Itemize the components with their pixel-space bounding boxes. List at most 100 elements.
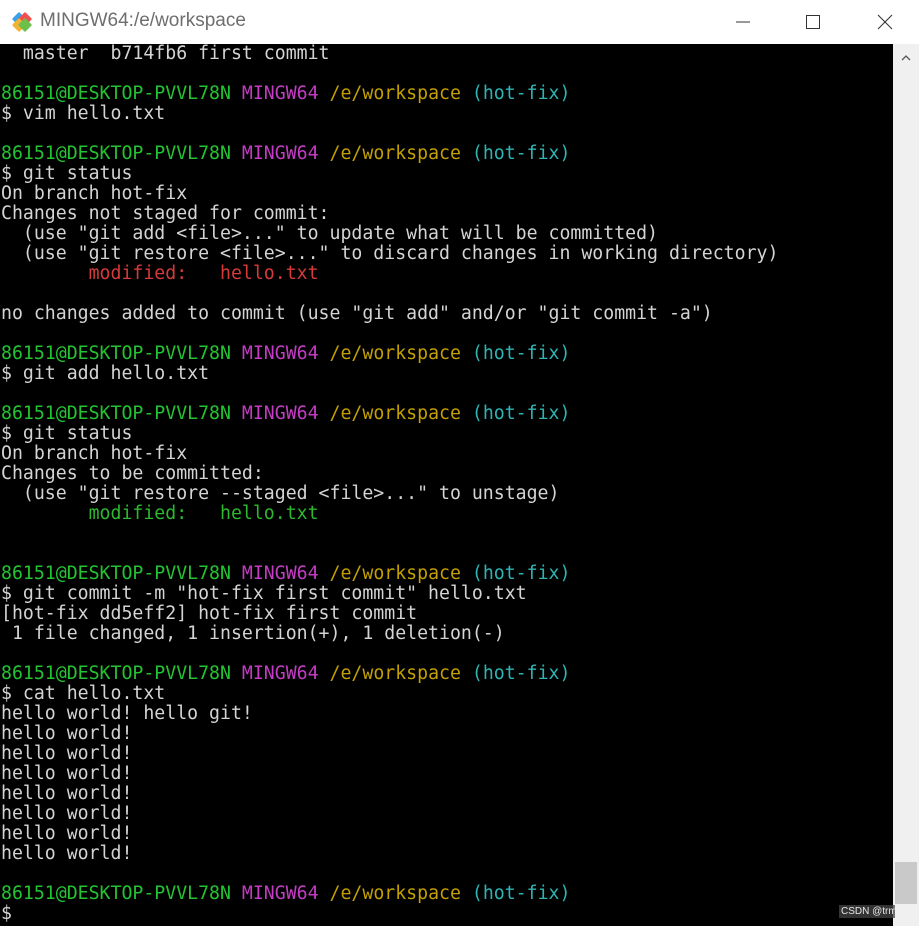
terminal-line: Changes not staged for commit: bbox=[1, 204, 778, 224]
terminal-line: hello world! bbox=[1, 844, 778, 864]
terminal-segment-default: hello world! bbox=[1, 723, 133, 744]
terminal-segment-default bbox=[231, 403, 242, 424]
terminal-segment-sys: MINGW64 bbox=[241, 403, 319, 424]
terminal-segment-red: modified: hello.txt bbox=[1, 263, 319, 284]
maximize-button[interactable] bbox=[790, 0, 836, 44]
terminal-segment-default: On branch hot-fix bbox=[1, 443, 188, 464]
terminal-line: 86151@DESKTOP-PVVL78N MINGW64 /e/workspa… bbox=[1, 144, 778, 164]
terminal-line: (use "git restore --staged <file>..." to… bbox=[1, 484, 778, 504]
terminal-segment-path: /e/workspace bbox=[329, 883, 461, 904]
terminal-segment-default bbox=[461, 663, 472, 684]
terminal-segment-default bbox=[461, 403, 472, 424]
terminal-segment-branch: (hot-fix) bbox=[471, 883, 571, 904]
terminal-segment-default: hello world! bbox=[1, 803, 133, 824]
terminal-segment-user: 86151@DESKTOP-PVVL78N bbox=[1, 663, 231, 684]
terminal-line: 86151@DESKTOP-PVVL78N MINGW64 /e/workspa… bbox=[1, 884, 778, 904]
terminal-segment-sys: MINGW64 bbox=[241, 883, 319, 904]
terminal-segment-branch: (hot-fix) bbox=[471, 403, 571, 424]
terminal-segment-path: /e/workspace bbox=[329, 83, 461, 104]
terminal-text: master b714fb6 first commit 86151@DESKTOP… bbox=[1, 44, 778, 924]
terminal-segment-user: 86151@DESKTOP-PVVL78N bbox=[1, 563, 231, 584]
terminal-line: hello world! bbox=[1, 824, 778, 844]
terminal-line: $ git add hello.txt bbox=[1, 364, 778, 384]
terminal-window: MINGW64:/e/workspace master b714fb6 firs… bbox=[0, 0, 919, 926]
terminal-segment-branch: (hot-fix) bbox=[471, 343, 571, 364]
terminal-line: no changes added to commit (use "git add… bbox=[1, 304, 778, 324]
terminal-segment-default: $ vim hello.txt bbox=[1, 103, 166, 124]
terminal-segment-default bbox=[461, 83, 472, 104]
terminal-segment-default bbox=[231, 663, 242, 684]
terminal-segment-default bbox=[319, 343, 330, 364]
terminal-segment-user: 86151@DESKTOP-PVVL78N bbox=[1, 343, 231, 364]
terminal-segment-path: /e/workspace bbox=[329, 143, 461, 164]
terminal-segment-default: On branch hot-fix bbox=[1, 183, 188, 204]
terminal-segment-default bbox=[319, 663, 330, 684]
terminal-segment-default: hello world! bbox=[1, 823, 133, 844]
minimize-icon bbox=[736, 21, 750, 23]
terminal-segment-branch: (hot-fix) bbox=[471, 143, 571, 164]
minimize-button[interactable] bbox=[720, 0, 766, 44]
window-title: MINGW64:/e/workspace bbox=[40, 10, 246, 31]
close-icon bbox=[877, 14, 893, 30]
title-bar[interactable]: MINGW64:/e/workspace bbox=[0, 0, 919, 44]
terminal-line: (use "git restore <file>..." to discard … bbox=[1, 244, 779, 264]
terminal-segment-sys: MINGW64 bbox=[241, 663, 319, 684]
terminal-line: hello world! bbox=[1, 804, 778, 824]
watermark: CSDN @trmp bbox=[839, 905, 895, 918]
terminal-segment-default: hello world! bbox=[1, 743, 133, 764]
chevron-up-icon bbox=[901, 55, 911, 61]
terminal-line: hello world! bbox=[1, 784, 778, 804]
terminal-segment-user: 86151@DESKTOP-PVVL78N bbox=[1, 883, 231, 904]
terminal-segment-branch: (hot-fix) bbox=[471, 663, 571, 684]
terminal-segment-default bbox=[319, 883, 330, 904]
terminal-segment-path: /e/workspace bbox=[329, 403, 461, 424]
terminal-line: 86151@DESKTOP-PVVL78N MINGW64 /e/workspa… bbox=[1, 664, 778, 684]
terminal-segment-default bbox=[231, 143, 242, 164]
terminal-segment-default bbox=[231, 883, 242, 904]
terminal-segment-default: hello world! hello git! bbox=[1, 703, 253, 724]
terminal-segment-default: hello world! bbox=[1, 843, 133, 864]
terminal-segment-sys: MINGW64 bbox=[241, 343, 319, 364]
terminal-segment-user: 86151@DESKTOP-PVVL78N bbox=[1, 143, 231, 164]
terminal-segment-default: hello world! bbox=[1, 783, 133, 804]
terminal-segment-path: /e/workspace bbox=[329, 563, 461, 584]
terminal-line: 86151@DESKTOP-PVVL78N MINGW64 /e/workspa… bbox=[1, 404, 778, 424]
terminal-line: $ cat hello.txt bbox=[1, 684, 778, 704]
terminal-segment-sys: MINGW64 bbox=[241, 83, 319, 104]
close-button[interactable] bbox=[862, 0, 908, 44]
terminal-segment-sys: MINGW64 bbox=[241, 143, 319, 164]
terminal-line: hello world! bbox=[1, 744, 778, 764]
terminal-segment-default bbox=[319, 83, 330, 104]
terminal-segment-default bbox=[319, 143, 330, 164]
terminal-output[interactable]: master b714fb6 first commit 86151@DESKTOP… bbox=[0, 44, 893, 926]
terminal-segment-default: $ git status bbox=[1, 423, 133, 444]
git-bash-icon[interactable] bbox=[10, 10, 34, 34]
terminal-segment-branch: (hot-fix) bbox=[471, 563, 571, 584]
terminal-line: hello world! bbox=[1, 724, 778, 744]
terminal-segment-path: /e/workspace bbox=[329, 663, 461, 684]
terminal-line: modified: hello.txt bbox=[1, 504, 778, 524]
terminal-line: [hot-fix dd5eff2] hot-fix first commit bbox=[1, 604, 778, 624]
terminal-segment-default bbox=[319, 403, 330, 424]
scroll-thumb[interactable] bbox=[895, 862, 917, 904]
vertical-scrollbar[interactable] bbox=[893, 44, 919, 926]
terminal-line: 1 file changed, 1 insertion(+), 1 deleti… bbox=[1, 624, 778, 644]
terminal-segment-default: no changes added to commit (use "git add… bbox=[1, 303, 713, 324]
terminal-segment-default bbox=[461, 143, 472, 164]
terminal-segment-default bbox=[461, 563, 472, 584]
terminal-segment-default: (use "git add <file>..." to update what … bbox=[1, 223, 658, 244]
scroll-up-button[interactable] bbox=[893, 44, 919, 72]
terminal-segment-sys: MINGW64 bbox=[241, 563, 319, 584]
terminal-segment-default: Changes not staged for commit: bbox=[1, 203, 330, 224]
terminal-segment-default bbox=[231, 83, 242, 104]
terminal-segment-default: $ git status bbox=[1, 163, 133, 184]
terminal-segment-default: Changes to be committed: bbox=[1, 463, 264, 484]
terminal-line: 86151@DESKTOP-PVVL78N MINGW64 /e/workspa… bbox=[1, 84, 778, 104]
terminal-line: hello world! bbox=[1, 764, 778, 784]
terminal-segment-path: /e/workspace bbox=[329, 343, 461, 364]
